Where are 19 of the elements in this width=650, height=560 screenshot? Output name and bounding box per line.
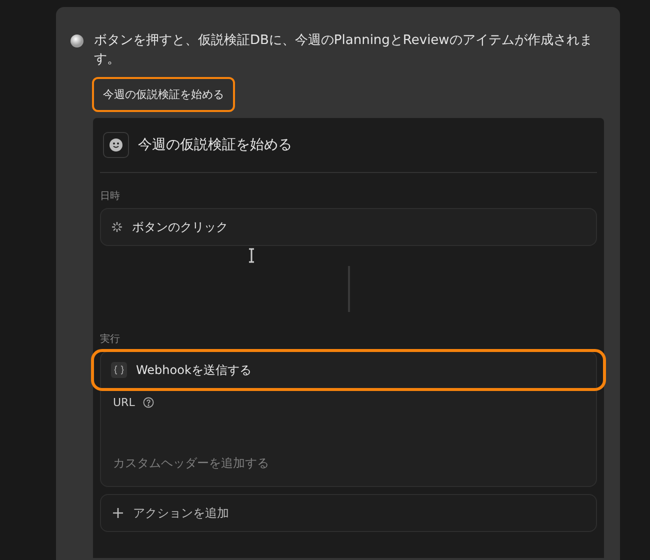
section-label: 日時 bbox=[100, 190, 121, 203]
smiley-icon[interactable] bbox=[103, 132, 129, 158]
action-label: Webhookを送信する bbox=[136, 362, 252, 378]
help-icon[interactable] bbox=[142, 397, 154, 408]
automation-title: 今週の仮説検証を始める bbox=[138, 136, 292, 154]
add-header-link[interactable]: カスタムヘッダーを追加する bbox=[113, 455, 584, 472]
action-header[interactable]: Webhookを送信する bbox=[94, 352, 603, 388]
sparkle-icon bbox=[111, 221, 123, 233]
start-button[interactable]: 今週の仮説検証を始める bbox=[92, 77, 235, 112]
trigger-block[interactable]: ボタンのクリック bbox=[100, 208, 597, 246]
trigger-label: ボタンのクリック bbox=[132, 218, 228, 236]
text-cursor-icon bbox=[248, 248, 255, 263]
description-text: ボタンを押すと、仮説検証DBに、今週のPlanningとReviewのアイテムが作成されます。 bbox=[94, 32, 594, 69]
braces-icon bbox=[111, 362, 127, 378]
plus-icon bbox=[113, 508, 123, 518]
add-action-button[interactable]: アクションを追加 bbox=[100, 494, 597, 532]
bullet-icon bbox=[70, 34, 84, 48]
field-label: URL bbox=[113, 396, 135, 409]
section-label: 実行 bbox=[100, 332, 121, 346]
